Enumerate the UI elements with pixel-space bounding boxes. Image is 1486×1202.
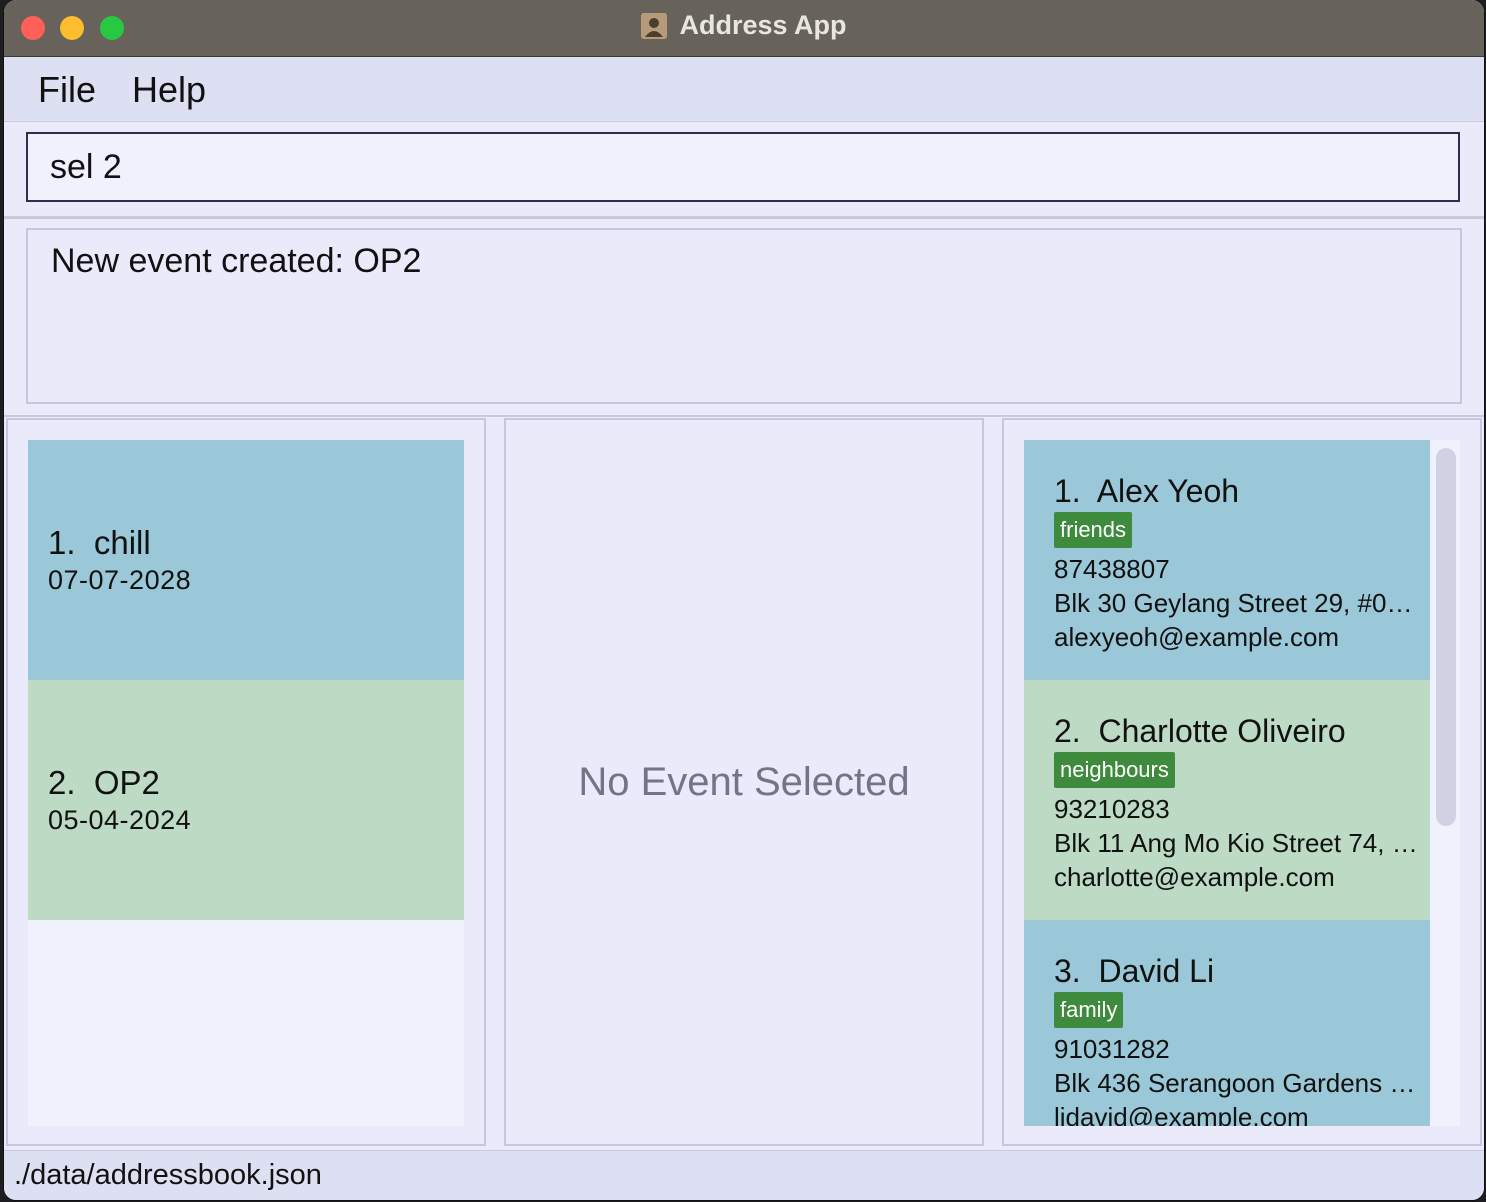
event-index: 2.	[48, 764, 76, 801]
menu-bar: File Help	[4, 57, 1484, 122]
data-file-path: ./data/addressbook.json	[14, 1159, 322, 1191]
person-tag: neighbours	[1054, 752, 1175, 788]
person-address: Blk 436 Serangoon Gardens St...	[1054, 1068, 1420, 1098]
no-event-placeholder: No Event Selected	[578, 760, 910, 804]
status-bar: ./data/addressbook.json	[4, 1150, 1484, 1200]
event-date: 05-04-2024	[48, 805, 192, 835]
menu-help[interactable]: Help	[132, 69, 206, 111]
person-index: 1.	[1054, 473, 1081, 509]
person-name: David Li	[1098, 953, 1215, 989]
person-index: 2.	[1054, 713, 1081, 749]
person-list-panel: 1. Alex Yeoh friends 87438807 Blk 30 Gey…	[1002, 418, 1482, 1146]
window-title-group: Address App	[4, 10, 1484, 41]
event-name: OP2	[93, 764, 160, 801]
event-card[interactable]: 1. chill 07-07-2028	[28, 440, 464, 680]
event-detail-panel: No Event Selected	[504, 418, 984, 1146]
event-date: 07-07-2028	[48, 565, 192, 595]
person-address: Blk 30 Geylang Street 29, #06-...	[1054, 588, 1420, 618]
person-card[interactable]: 3. David Li family 91031282 Blk 436 Sera…	[1024, 920, 1430, 1126]
person-phone: 87438807	[1054, 554, 1170, 584]
person-email: alexyeoh@example.com	[1054, 622, 1340, 652]
person-list-scrollbar[interactable]	[1436, 448, 1456, 826]
title-bar[interactable]: Address App	[4, 0, 1484, 57]
person-name: Alex Yeoh	[1096, 473, 1240, 509]
person-name: Charlotte Oliveiro	[1098, 713, 1346, 749]
person-address: Blk 11 Ang Mo Kio Street 74, #1...	[1054, 828, 1420, 858]
person-index: 3.	[1054, 953, 1081, 989]
person-phone: 91031282	[1054, 1034, 1170, 1064]
event-list-panel: 1. chill 07-07-2028 2. OP2 05-04-2024	[6, 418, 486, 1146]
command-input[interactable]	[26, 132, 1460, 202]
result-display: New event created: OP2	[26, 228, 1462, 404]
person-list[interactable]: 1. Alex Yeoh friends 87438807 Blk 30 Gey…	[1024, 440, 1460, 1126]
address-book-icon	[641, 12, 668, 39]
person-phone: 93210283	[1054, 794, 1170, 824]
result-display-area: New event created: OP2	[4, 219, 1484, 417]
person-name-line: 1. Alex Yeoh	[1054, 472, 1430, 510]
event-name: chill	[93, 524, 151, 561]
person-name-line: 2. Charlotte Oliveiro	[1054, 712, 1430, 750]
event-list[interactable]: 1. chill 07-07-2028 2. OP2 05-04-2024	[28, 440, 464, 1126]
command-box-area	[4, 122, 1484, 219]
app-window: Address App File Help New event created:…	[4, 0, 1484, 1200]
event-card[interactable]: 2. OP2 05-04-2024	[28, 680, 464, 920]
event-index: 1.	[48, 524, 76, 561]
window-title: Address App	[679, 10, 847, 40]
person-name-line: 3. David Li	[1054, 952, 1430, 990]
person-card[interactable]: 1. Alex Yeoh friends 87438807 Blk 30 Gey…	[1024, 440, 1430, 680]
event-name-line: 2. OP2	[48, 764, 464, 802]
event-name-line: 1. chill	[48, 524, 464, 562]
person-email: charlotte@example.com	[1054, 862, 1335, 892]
person-email: lidavid@example.com	[1054, 1102, 1309, 1126]
menu-file[interactable]: File	[38, 69, 96, 111]
person-tag: friends	[1054, 512, 1133, 548]
person-card[interactable]: 2. Charlotte Oliveiro neighbours 9321028…	[1024, 680, 1430, 920]
person-tag: family	[1054, 992, 1124, 1028]
